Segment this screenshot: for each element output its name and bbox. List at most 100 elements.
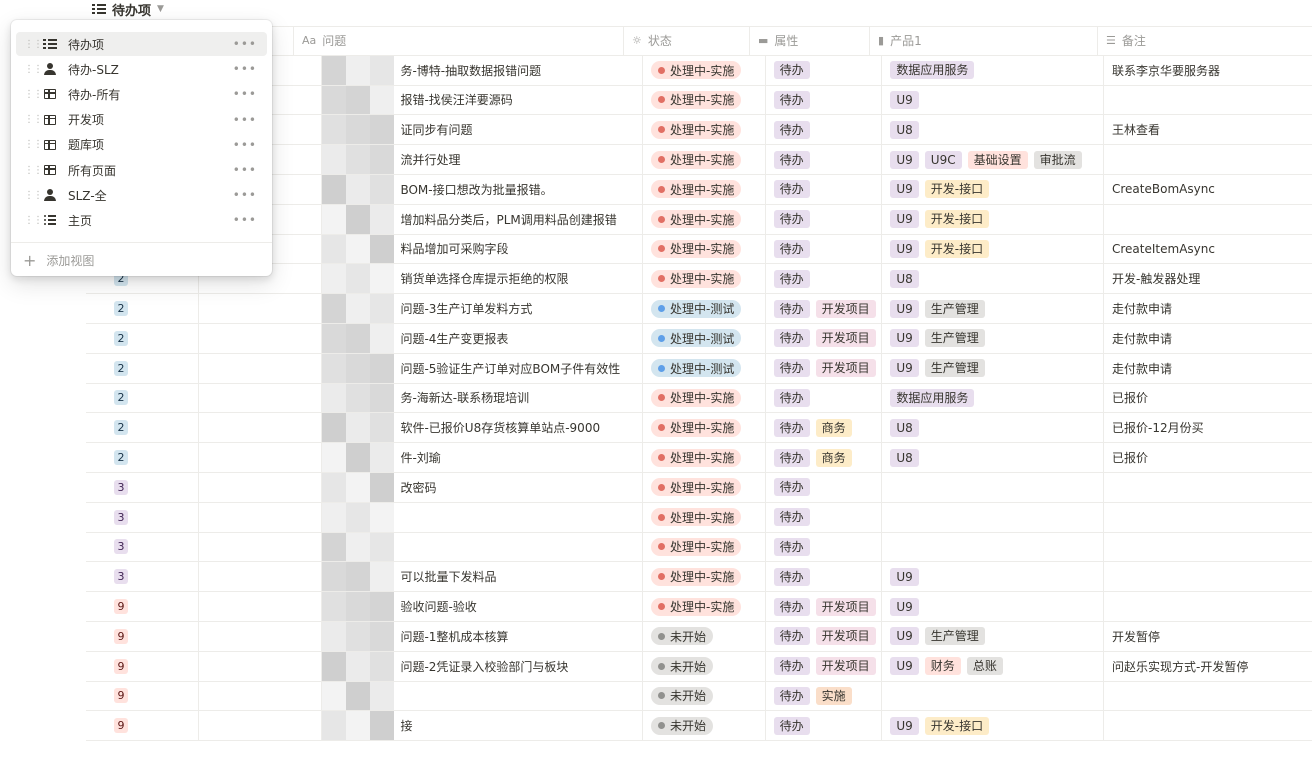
issue-cell[interactable]: 流并行处理 [322, 145, 644, 174]
number-cell[interactable]: 9 [86, 621, 200, 651]
redacted-cell[interactable] [199, 413, 323, 443]
table-row[interactable]: 9 验收问题-验收 处理中-实施 待办 开发项目 U9 [86, 592, 1312, 622]
issue-cell[interactable]: 证同步有问题 [322, 115, 644, 145]
issue-cell[interactable]: 务-海新达-联系杨琨培训 [322, 383, 644, 413]
status-cell[interactable]: 处理中-实施 [643, 145, 766, 174]
attribute-cell[interactable]: 待办 [766, 383, 883, 413]
attribute-cell[interactable]: 待办 [766, 711, 883, 741]
note-cell[interactable] [1104, 592, 1312, 621]
note-cell[interactable]: 问赵乐实现方式-开发暂停 [1104, 652, 1312, 681]
table-row[interactable]: 2 软件-已报价U8存货核算单站点-9000 处理中-实施 待办 商务 U8 已报价-12月… [86, 413, 1312, 444]
number-cell[interactable]: 3 [86, 502, 200, 532]
product-cell[interactable]: U9 开发-接口 [882, 711, 1104, 741]
view-menu-item[interactable]: ⋮⋮ 待办项 ••• [16, 32, 267, 56]
redacted-cell[interactable] [199, 294, 323, 323]
redacted-cell[interactable] [199, 711, 323, 741]
status-cell[interactable]: 处理中-实施 [643, 204, 766, 234]
drag-handle-icon[interactable]: ⋮⋮ [24, 165, 43, 176]
drag-handle-icon[interactable]: ⋮⋮ [24, 89, 43, 100]
database-title[interactable]: 待办项 ▼ [92, 0, 164, 19]
number-cell[interactable]: 9 [86, 651, 200, 681]
table-row[interactable]: 2 问题-4生产变更报表 处理中-测试 待办 开发项目 U9 生产管理 走付款申请 [86, 323, 1312, 354]
attribute-cell[interactable]: 待办 开发项目 [766, 592, 883, 621]
number-cell[interactable]: 9 [86, 592, 200, 621]
status-cell[interactable]: 处理中-实施 [643, 85, 766, 115]
redacted-cell[interactable] [199, 383, 323, 413]
drag-handle-icon[interactable]: ⋮⋮ [24, 114, 43, 125]
note-cell[interactable]: 已报价 [1104, 384, 1312, 413]
redacted-cell[interactable] [199, 472, 323, 502]
view-menu-item[interactable]: ⋮⋮ 题库项 ••• [16, 133, 267, 157]
column-header-product[interactable]: ▮ 产品1 [870, 27, 1098, 55]
product-cell[interactable]: U9 生产管理 [882, 323, 1104, 353]
note-cell[interactable]: 走付款申请 [1104, 324, 1312, 353]
issue-cell[interactable]: 增加料品分类后，PLM调用料品创建报错 [322, 204, 644, 234]
number-cell[interactable]: 3 [86, 532, 200, 562]
product-cell[interactable]: U9 [882, 85, 1104, 115]
status-cell[interactable]: 未开始 [643, 621, 766, 651]
table-row[interactable]: 2 件-刘瑜 处理中-实施 待办 商务 U8 已报价 [86, 443, 1312, 473]
view-menu-item[interactable]: ⋮⋮ 主页 ••• [16, 208, 267, 232]
issue-cell[interactable] [322, 532, 644, 562]
note-cell[interactable] [1104, 562, 1312, 591]
attribute-cell[interactable]: 待办 [766, 55, 883, 85]
product-cell[interactable] [882, 681, 1104, 711]
more-options-icon[interactable]: ••• [233, 113, 257, 127]
table-row[interactable]: 9 问题-1整机成本核算 未开始 待办 开发项目 U9 生产管理 开发暂停 [86, 621, 1312, 652]
attribute-cell[interactable]: 待办 [766, 472, 883, 502]
redacted-cell[interactable] [199, 502, 323, 532]
status-cell[interactable]: 处理中-实施 [643, 443, 766, 472]
note-cell[interactable]: 走付款申请 [1104, 294, 1312, 323]
note-cell[interactable]: 已报价-12月份买 [1104, 413, 1312, 442]
attribute-cell[interactable]: 待办 [766, 115, 883, 145]
issue-cell[interactable]: 报错-找侯汪洋要源码 [322, 85, 644, 115]
note-cell[interactable]: 开发-触发器处理 [1104, 264, 1312, 293]
note-cell[interactable] [1104, 533, 1312, 562]
issue-cell[interactable]: 件-刘瑜 [322, 443, 644, 472]
issue-cell[interactable]: 改密码 [322, 472, 644, 502]
note-cell[interactable]: 走付款申请 [1104, 354, 1312, 383]
issue-cell[interactable]: 问题-1整机成本核算 [322, 621, 644, 651]
status-cell[interactable]: 处理中-测试 [643, 294, 766, 323]
note-cell[interactable] [1104, 145, 1312, 174]
status-cell[interactable]: 处理中-实施 [643, 55, 766, 85]
table-row[interactable]: 3 处理中-实施 待办 [86, 532, 1312, 563]
status-cell[interactable]: 处理中-实施 [643, 502, 766, 532]
product-cell[interactable]: U9 生产管理 [882, 621, 1104, 651]
product-cell[interactable]: U9 生产管理 [882, 353, 1104, 383]
status-cell[interactable]: 处理中-实施 [643, 532, 766, 562]
column-header-attr[interactable]: ▬ 属性 [750, 27, 870, 55]
redacted-cell[interactable] [199, 562, 323, 592]
more-options-icon[interactable]: ••• [233, 138, 257, 152]
note-cell[interactable] [1104, 473, 1312, 502]
number-cell[interactable]: 2 [86, 353, 200, 383]
issue-cell[interactable]: 问题-3生产订单发料方式 [322, 294, 644, 323]
attribute-cell[interactable]: 待办 开发项目 [766, 323, 883, 353]
product-cell[interactable]: U9 开发-接口 [882, 174, 1104, 204]
attribute-cell[interactable]: 待办 开发项目 [766, 621, 883, 651]
redacted-cell[interactable] [199, 681, 323, 711]
view-menu-item[interactable]: ⋮⋮ 所有页面 ••• [16, 158, 267, 182]
status-cell[interactable]: 处理中-实施 [643, 174, 766, 204]
number-cell[interactable]: 2 [86, 323, 200, 353]
issue-cell[interactable]: 销货单选择仓库提示拒绝的权限 [322, 264, 644, 294]
number-cell[interactable]: 2 [86, 443, 200, 472]
issue-cell[interactable]: 验收问题-验收 [322, 592, 644, 621]
more-options-icon[interactable]: ••• [233, 188, 257, 202]
table-row[interactable]: 9 问题-2凭证录入校验部门与板块 未开始 待办 开发项目 U9 财务 总账 问赵乐实现方式-开… [86, 651, 1312, 682]
table-row[interactable]: 2 问题-3生产订单发料方式 处理中-测试 待办 开发项目 U9 生产管理 走付款申请 [86, 294, 1312, 324]
status-cell[interactable]: 处理中-测试 [643, 323, 766, 353]
note-cell[interactable]: CreateBomAsync [1104, 175, 1312, 204]
issue-cell[interactable]: 可以批量下发料品 [322, 562, 644, 592]
note-cell[interactable] [1104, 503, 1312, 532]
status-cell[interactable]: 未开始 [643, 651, 766, 681]
status-cell[interactable]: 未开始 [643, 681, 766, 711]
status-cell[interactable]: 处理中-实施 [643, 264, 766, 294]
note-cell[interactable]: CreateItemAsync [1104, 235, 1312, 264]
note-cell[interactable] [1104, 86, 1312, 115]
note-cell[interactable]: 开发暂停 [1104, 622, 1312, 651]
number-cell[interactable]: 9 [86, 681, 200, 711]
redacted-cell[interactable] [199, 651, 323, 681]
attribute-cell[interactable]: 待办 商务 [766, 413, 883, 443]
table-row[interactable]: 9 接 未开始 待办 U9 开发-接口 [86, 711, 1312, 742]
